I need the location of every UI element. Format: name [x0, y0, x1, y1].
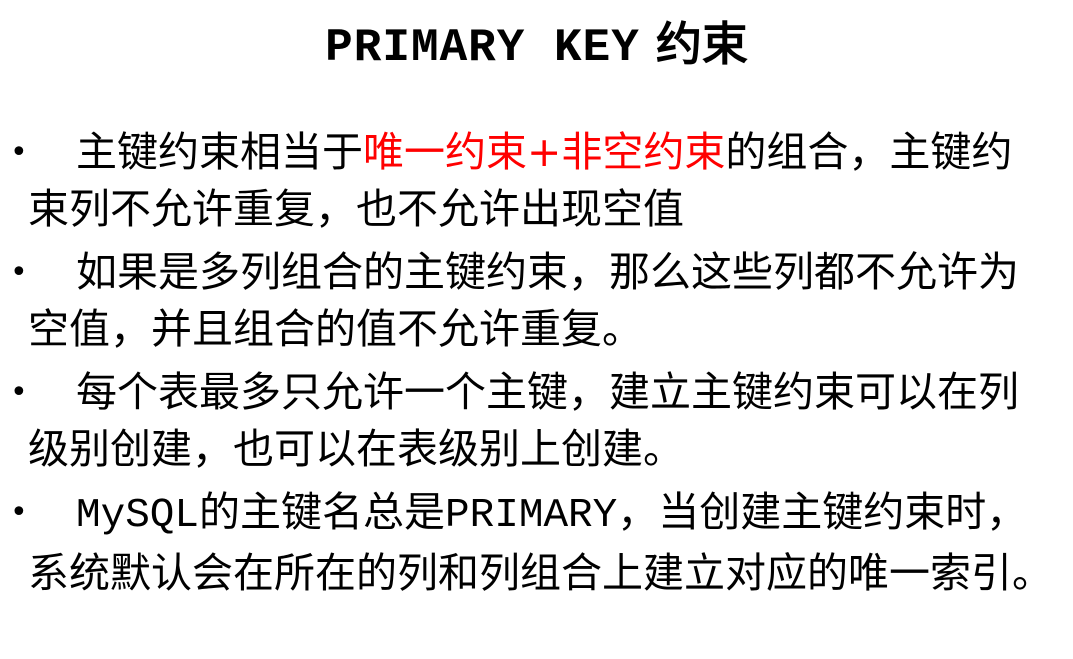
bullet-item-mysql-primary-name: • MySQL的主键名总是PRIMARY，当创建主键约束时，系统默认会在所在的列… [0, 484, 1073, 602]
bullet-text: 的主键名总是 [199, 488, 446, 536]
bullet-code-mysql: MySQL [76, 493, 200, 539]
bullet-code-primary: PRIMARY [445, 493, 618, 539]
bullet-highlight: 唯一约束+非空约束 [363, 128, 726, 176]
bullet-marker: • [10, 495, 28, 530]
bullet-item-one-primary-key: • 每个表最多只允许一个主键，建立主键约束可以在列级别创建，也可以在表级别上创建… [0, 364, 1073, 478]
title-latin: PRIMARY KEY [325, 22, 640, 74]
title-cjk: 约束 [655, 17, 748, 71]
slide-title: PRIMARY KEY 约束 [0, 12, 1073, 80]
bullet-marker: • [10, 255, 28, 290]
bullet-text: 如果是多列组合的主键约束，那么这些列都不允许为空值，并且组合的值不允许重复。 [28, 248, 1019, 353]
bullet-list: • 主键约束相当于唯一约束+非空约束的组合，主键约束列不允许重复，也不允许出现空… [0, 124, 1073, 608]
bullet-marker: • [10, 375, 28, 410]
bullet-marker: • [10, 135, 28, 170]
bullet-text: 主键约束相当于 [76, 128, 363, 176]
slide: PRIMARY KEY 约束 • 主键约束相当于唯一约束+非空约束的组合，主键约… [0, 0, 1073, 659]
bullet-item-primary-key-definition: • 主键约束相当于唯一约束+非空约束的组合，主键约束列不允许重复，也不允许出现空… [0, 124, 1073, 238]
bullet-text: 每个表最多只允许一个主键，建立主键约束可以在列级别创建，也可以在表级别上创建。 [28, 368, 1019, 473]
bullet-item-composite-key: • 如果是多列组合的主键约束，那么这些列都不允许为空值，并且组合的值不允许重复。 [0, 244, 1073, 358]
